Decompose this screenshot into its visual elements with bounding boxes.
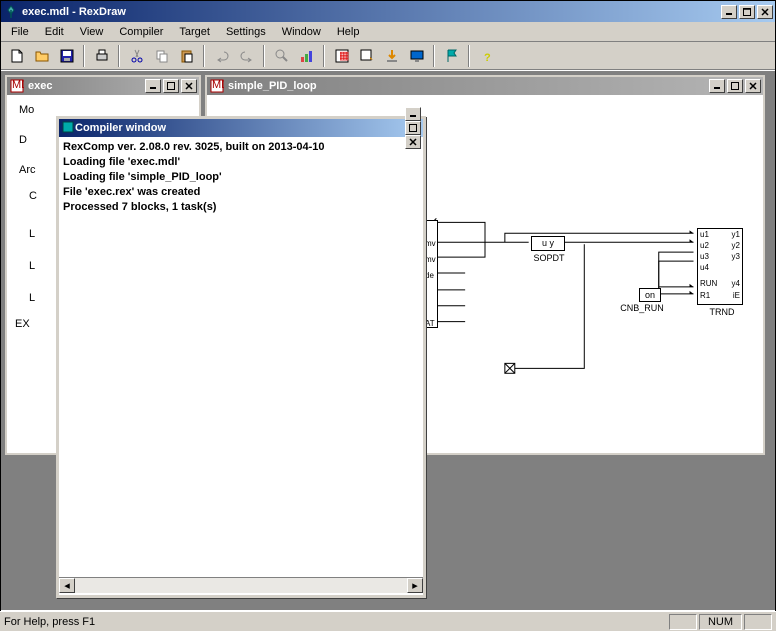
download-icon[interactable] — [380, 45, 403, 67]
port-u2: u2 — [700, 241, 709, 250]
compiler-minimize-button[interactable] — [405, 107, 421, 121]
magnify-icon[interactable] — [270, 45, 293, 67]
toolbar-separator — [323, 45, 325, 67]
cnb-block[interactable]: on — [639, 288, 661, 302]
compiler-line: Loading file 'simple_PID_loop' — [63, 170, 419, 185]
app-title: exec.mdl - RexDraw — [22, 6, 721, 18]
statusbar: For Help, press F1 NUM — [0, 611, 776, 631]
print-icon[interactable] — [90, 45, 113, 67]
port-u1: u1 — [700, 230, 709, 239]
trnd-block[interactable]: u1 u2 u3 u4 RUN R1 y1 y2 y3 y4 iE — [697, 228, 743, 305]
port-u3: u3 — [700, 252, 709, 261]
toolbar-separator — [118, 45, 120, 67]
mdi-workspace: MDL exec Mo D Arc C L L L EX — [1, 70, 775, 610]
child-minimize-button[interactable] — [145, 79, 161, 93]
compiler-line: File 'exec.rex' was created — [63, 185, 419, 200]
compile-icon[interactable]: ▦ — [330, 45, 353, 67]
compiler-maximize-button[interactable] — [405, 121, 421, 135]
port-mv: mv — [425, 239, 436, 248]
help-icon[interactable]: ? — [475, 45, 498, 67]
port-de: de — [425, 271, 434, 280]
compiler-close-button[interactable] — [405, 135, 421, 149]
chart-icon[interactable] — [295, 45, 318, 67]
svg-text:▦: ▦ — [339, 50, 349, 62]
close-button[interactable] — [757, 5, 773, 19]
menu-target[interactable]: Target — [171, 24, 218, 40]
compiler-icon — [61, 120, 75, 137]
compile-download-icon[interactable] — [355, 45, 378, 67]
copy-icon[interactable] — [150, 45, 173, 67]
menu-view[interactable]: View — [72, 24, 112, 40]
toolbar: ▦ ? — [1, 42, 775, 70]
new-file-icon[interactable] — [5, 45, 28, 67]
minimize-button[interactable] — [721, 5, 737, 19]
mdl-icon: MDL — [9, 78, 25, 94]
toolbar-separator — [263, 45, 265, 67]
svg-text:MDL: MDL — [212, 79, 224, 91]
child-close-button[interactable] — [181, 79, 197, 93]
main-titlebar: exec.mdl - RexDraw — [1, 1, 775, 22]
status-help-text: For Help, press F1 — [4, 616, 95, 628]
port-u4: u4 — [700, 263, 709, 272]
port-y1: y1 — [732, 230, 740, 239]
scroll-left-icon[interactable]: ◂ — [59, 578, 75, 593]
menu-file[interactable]: File — [3, 24, 37, 40]
port-y2: y2 — [732, 241, 740, 250]
trnd-label: TRND — [692, 307, 752, 317]
undo-icon[interactable] — [210, 45, 233, 67]
child-minimize-button[interactable] — [709, 79, 725, 93]
save-icon[interactable] — [55, 45, 78, 67]
child-maximize-button[interactable] — [727, 79, 743, 93]
compiler-title: Compiler window — [75, 122, 405, 134]
compiler-line: Processed 7 blocks, 1 task(s) — [63, 200, 419, 215]
menu-edit[interactable]: Edit — [37, 24, 72, 40]
cut-icon[interactable] — [125, 45, 148, 67]
port-run: RUN — [700, 279, 717, 288]
scroll-track[interactable] — [75, 578, 407, 593]
port-r1: R1 — [700, 291, 710, 300]
svg-text:MDL: MDL — [12, 79, 24, 91]
scroll-right-icon[interactable]: ▸ — [407, 578, 423, 593]
menu-window[interactable]: Window — [274, 24, 329, 40]
port-y3: y3 — [732, 252, 740, 261]
child-close-button[interactable] — [745, 79, 761, 93]
menu-compiler[interactable]: Compiler — [111, 24, 171, 40]
mdl-icon: MDL — [209, 78, 225, 94]
status-pane-num: NUM — [699, 614, 742, 630]
compiler-output[interactable]: RexComp ver. 2.08.0 rev. 3025, built on … — [59, 137, 423, 577]
menu-settings[interactable]: Settings — [218, 24, 274, 40]
toolbar-separator — [468, 45, 470, 67]
status-pane-empty — [744, 614, 772, 630]
maximize-button[interactable] — [739, 5, 755, 19]
open-file-icon[interactable] — [30, 45, 53, 67]
menubar: File Edit View Compiler Target Settings … — [1, 22, 775, 42]
menu-help[interactable]: Help — [329, 24, 368, 40]
toolbar-separator — [433, 45, 435, 67]
toolbar-separator — [83, 45, 85, 67]
compiler-line: Loading file 'exec.mdl' — [63, 155, 419, 170]
port-ie: iE — [733, 291, 740, 300]
child-pid-title: simple_PID_loop — [228, 80, 709, 92]
child-exec-title: exec — [28, 80, 145, 92]
cnb-label: CNB_RUN — [612, 303, 672, 313]
svg-text:?: ? — [484, 52, 491, 64]
toolbar-separator — [203, 45, 205, 67]
sopdt-block[interactable]: u y — [531, 236, 565, 251]
redo-icon[interactable] — [235, 45, 258, 67]
monitor-icon[interactable] — [405, 45, 428, 67]
port-y4: y4 — [732, 279, 740, 288]
compiler-line: RexComp ver. 2.08.0 rev. 3025, built on … — [63, 140, 419, 155]
sopdt-label: SOPDT — [519, 253, 579, 263]
status-pane-empty — [669, 614, 697, 630]
port-sat: AT — [425, 319, 435, 328]
app-icon — [3, 4, 19, 20]
compiler-window[interactable]: Compiler window RexComp ver. 2.08.0 rev.… — [56, 116, 426, 598]
compiler-hscrollbar[interactable]: ◂ ▸ — [59, 577, 423, 593]
child-maximize-button[interactable] — [163, 79, 179, 93]
flag-icon[interactable] — [440, 45, 463, 67]
port-dmv: mv — [425, 255, 436, 264]
paste-icon[interactable] — [175, 45, 198, 67]
